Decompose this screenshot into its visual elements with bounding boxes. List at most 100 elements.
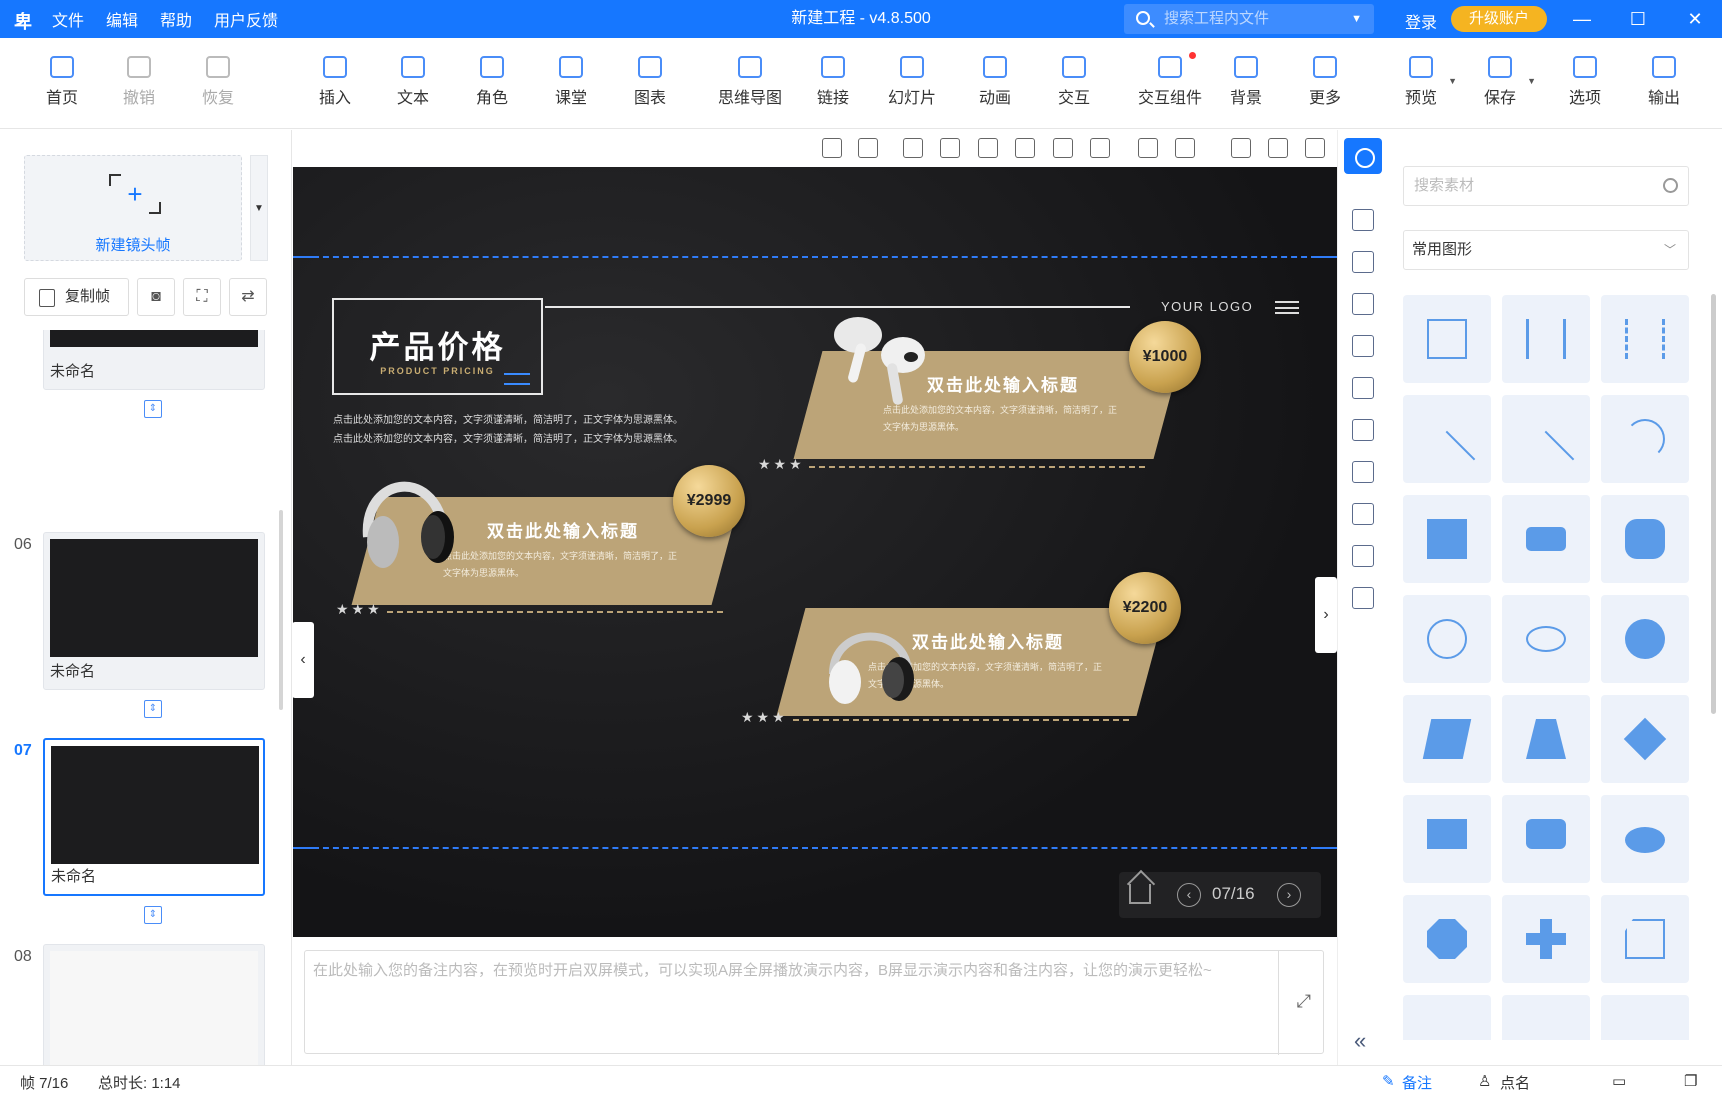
menu-help[interactable]: 帮助: [160, 7, 192, 31]
menu-feedback[interactable]: 用户反馈: [214, 7, 278, 31]
price-badge-3[interactable]: ¥2200: [1109, 572, 1181, 644]
paste-icon[interactable]: [1015, 138, 1035, 158]
price-badge-2[interactable]: ¥2999: [673, 465, 745, 537]
maximize-button[interactable]: ☐: [1618, 0, 1658, 38]
chevron-down-icon[interactable]: ▼: [1527, 76, 1536, 86]
copy-frame-button[interactable]: 复制帧: [24, 278, 129, 316]
toolbar-button-10[interactable]: 幻灯片: [872, 56, 952, 108]
shape-category-select[interactable]: 常用图形 ﹀: [1403, 230, 1689, 270]
shape-partial-icon[interactable]: [1403, 995, 1491, 1040]
resize-handle-icon[interactable]: [504, 373, 530, 385]
slide-thumbnail-list[interactable]: 未命名⇕未命名06⇕未命名07⇕未命名08⇕: [0, 330, 292, 1065]
slide-thumbnail[interactable]: 未命名: [43, 738, 265, 896]
close-button[interactable]: ✕: [1675, 0, 1715, 38]
shape-callout-oval-icon[interactable]: [1601, 795, 1689, 883]
toolbar-button-19[interactable]: 输出: [1624, 56, 1704, 108]
slide-thumbnail[interactable]: 未命名: [43, 944, 265, 1065]
zoom-out-icon[interactable]: [1090, 138, 1110, 158]
chart-icon[interactable]: [1352, 461, 1374, 483]
search-icon[interactable]: [1663, 178, 1678, 193]
notes-textarea[interactable]: 在此处输入您的备注内容，在预览时开启双屏模式，可以实现A屏全屏播放演示内容，B屏…: [304, 950, 1324, 1055]
price-badge-1[interactable]: ¥1000: [1129, 321, 1201, 393]
copy-icon[interactable]: [978, 138, 998, 158]
toolbar-button-9[interactable]: 链接: [793, 56, 873, 108]
asset-scrollbar[interactable]: [1711, 294, 1716, 714]
headphones-image-1[interactable]: [353, 457, 463, 587]
shape-line-icon[interactable]: [1403, 395, 1491, 488]
video-icon[interactable]: [1352, 335, 1374, 357]
toolbar-button-0[interactable]: 首页: [22, 56, 102, 108]
shape-callout-rect-icon[interactable]: [1403, 795, 1491, 883]
rotate-left-icon[interactable]: [903, 138, 923, 158]
camera-icon[interactable]: [1231, 138, 1251, 158]
collapse-double-chevron-icon[interactable]: «: [1354, 1028, 1366, 1054]
login-link[interactable]: 登录: [1405, 9, 1437, 33]
transition-icon[interactable]: ⇄: [229, 278, 267, 316]
shape-octagon-icon[interactable]: [1403, 895, 1491, 983]
shape-folded-icon[interactable]: [1601, 895, 1689, 983]
toolbar-button-15[interactable]: 更多: [1285, 56, 1365, 108]
shape-rounded-rect-icon[interactable]: [1502, 495, 1590, 583]
layers-icon[interactable]: [1352, 545, 1374, 567]
capture-icon[interactable]: [1268, 138, 1288, 158]
project-search-input[interactable]: 搜索工程内文件 ▼: [1124, 4, 1374, 34]
slide-thumbnail[interactable]: 未命名: [43, 330, 265, 390]
shape-parallelogram-icon[interactable]: [1403, 695, 1491, 783]
shape-cross-icon[interactable]: [1502, 895, 1590, 983]
minimize-button[interactable]: —: [1562, 0, 1602, 38]
align-icon[interactable]: [1138, 138, 1158, 158]
card-body[interactable]: 点击此处添加您的文本内容，文字须谨清晰，简洁明了，正文字体为思源黑体。: [883, 402, 1123, 436]
toolbar-button-5[interactable]: 角色: [452, 56, 532, 108]
menu-file[interactable]: 文件: [52, 7, 84, 31]
window-icon[interactable]: ❐: [1684, 1072, 1697, 1090]
text-box-icon[interactable]: [1352, 209, 1374, 231]
shape-square-icon[interactable]: [1403, 495, 1491, 583]
toolbar-button-14[interactable]: 背景: [1206, 56, 1286, 108]
shape-callout-round-icon[interactable]: [1502, 795, 1590, 883]
shape-bracket-icon[interactable]: [1502, 295, 1590, 383]
shape-pie-icon[interactable]: [1601, 595, 1689, 683]
shape-arrow-icon[interactable]: [1502, 395, 1590, 488]
toolbar-button-13[interactable]: 交互组件: [1120, 52, 1220, 108]
lock-icon[interactable]: [1175, 138, 1195, 158]
screenshot-icon[interactable]: ⛶: [183, 278, 221, 316]
slide-thumbnail[interactable]: 未命名: [43, 532, 265, 690]
ruler-icon[interactable]: [822, 138, 842, 158]
shape-partial-icon[interactable]: [1601, 995, 1689, 1040]
shape-circle-icon[interactable]: [1403, 595, 1491, 683]
upgrade-account-button[interactable]: 升级账户: [1451, 6, 1547, 32]
document-icon[interactable]: [1352, 293, 1374, 315]
next-page-icon[interactable]: ›: [1277, 883, 1301, 907]
expand-icon[interactable]: ⤢: [1297, 991, 1311, 1012]
home-icon[interactable]: [858, 138, 878, 158]
toolbar-button-12[interactable]: 交互: [1034, 56, 1114, 108]
transition-marker-icon[interactable]: ⇕: [144, 700, 162, 718]
transition-marker-icon[interactable]: ⇕: [144, 906, 162, 924]
shapes-icon[interactable]: [1344, 138, 1382, 174]
camera-icon[interactable]: ◙: [137, 278, 175, 316]
toolbar-button-7[interactable]: 图表: [610, 56, 690, 108]
edit-icon[interactable]: [1305, 138, 1325, 158]
menu-edit[interactable]: 编辑: [106, 7, 138, 31]
card-body[interactable]: 点击此处添加您的文本内容，文字须谨清晰，简洁明了，正文字体为思源黑体。: [443, 548, 683, 582]
shape-partial-icon[interactable]: [1502, 995, 1590, 1040]
music-icon[interactable]: [1352, 377, 1374, 399]
slide-canvas[interactable]: 产品价格 PRODUCT PRICING YOUR LOGO 点击此处添加您的文…: [293, 167, 1337, 937]
logo-text[interactable]: YOUR LOGO: [1161, 299, 1253, 314]
new-frame-dropdown[interactable]: ▼: [250, 155, 268, 261]
shape-trapezoid-icon[interactable]: [1502, 695, 1590, 783]
frame-list-scrollbar[interactable]: [279, 510, 283, 710]
comment-icon[interactable]: [1352, 419, 1374, 441]
home-icon[interactable]: [1129, 884, 1151, 904]
shape-octagon-round-icon[interactable]: [1601, 495, 1689, 583]
toolbar-button-4[interactable]: 文本: [373, 56, 453, 108]
toolbar-button-3[interactable]: 插入: [295, 56, 375, 108]
toolbar-button-17[interactable]: 保存 ▼: [1460, 56, 1540, 108]
image-icon[interactable]: [1352, 251, 1374, 273]
new-frame-button[interactable]: + 新建镜头帧: [24, 155, 242, 261]
shape-diamond-icon[interactable]: [1601, 695, 1689, 783]
transition-marker-icon[interactable]: ⇕: [144, 400, 162, 418]
shape-bracket-dashed-icon[interactable]: [1601, 295, 1689, 383]
expand-right-panel-icon[interactable]: ›: [1315, 577, 1337, 653]
toolbar-button-2[interactable]: 恢复: [178, 56, 258, 108]
